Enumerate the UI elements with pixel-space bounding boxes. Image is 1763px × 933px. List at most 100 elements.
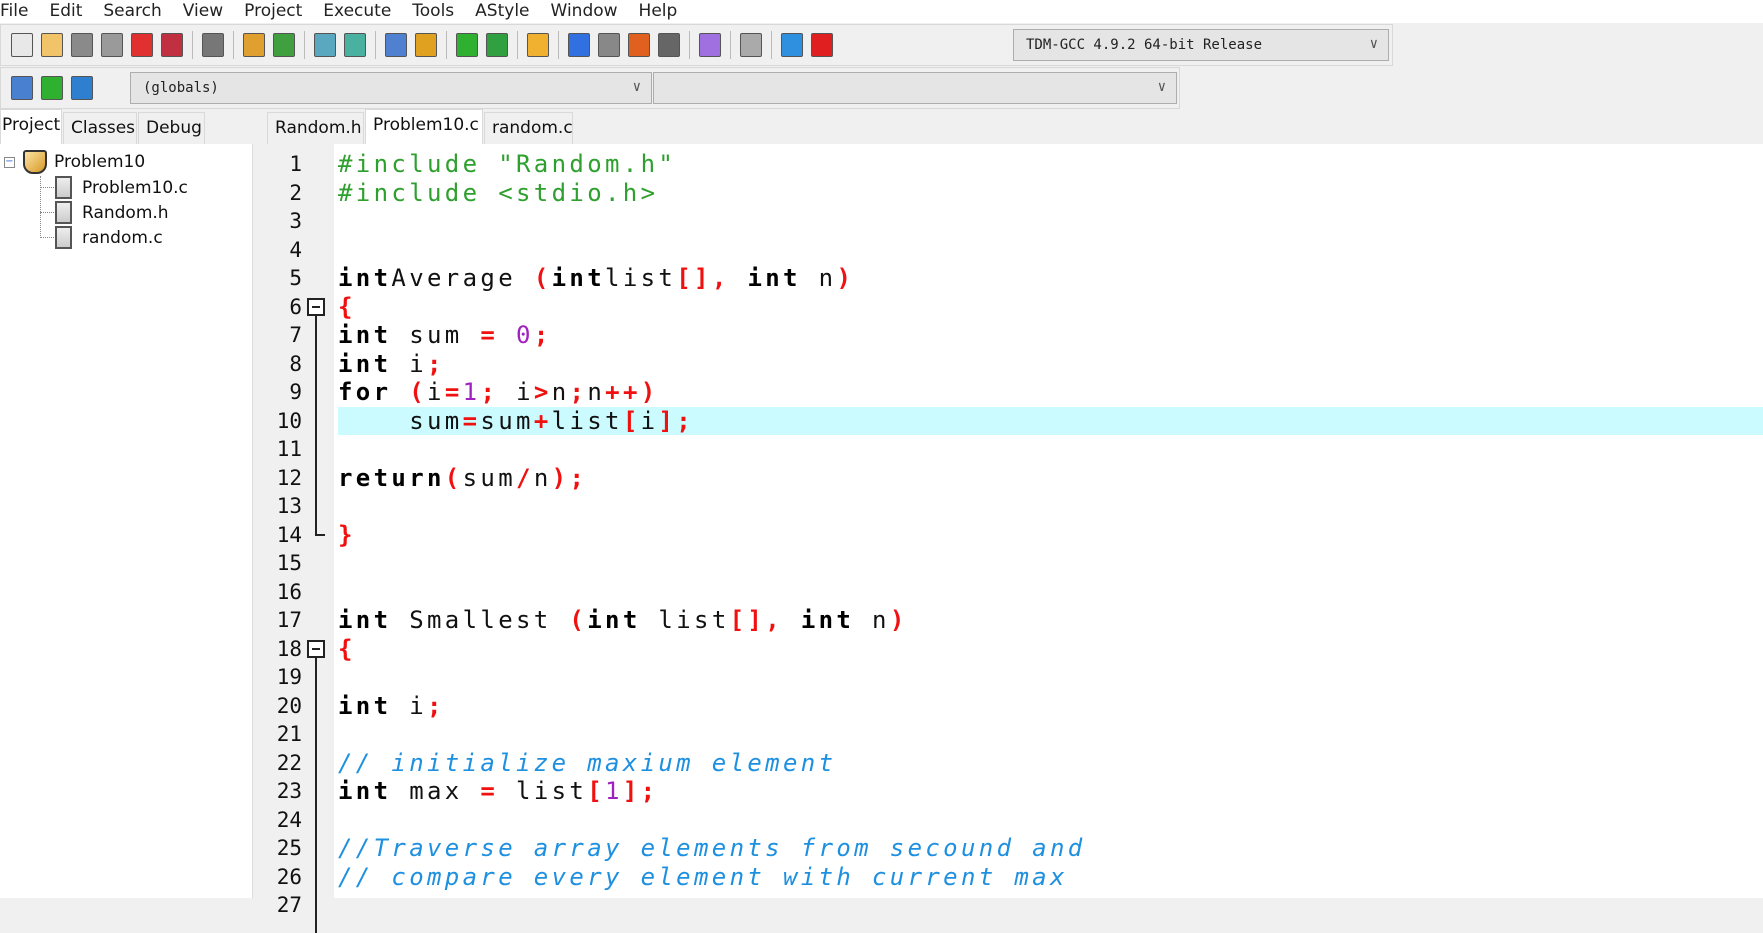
collapse-icon[interactable]: − (4, 156, 15, 168)
syntax-check-icon[interactable] (699, 33, 721, 57)
remove-from-project-icon[interactable] (486, 33, 508, 57)
bookmark-icon[interactable] (71, 76, 93, 100)
code-token: int (729, 264, 801, 292)
members-select[interactable]: ∨ (653, 72, 1177, 104)
fold-toggle-icon[interactable] (307, 639, 325, 658)
line-number: 2 (289, 180, 302, 205)
code-token: Average (391, 264, 534, 292)
menu-tools[interactable]: Tools (412, 0, 464, 23)
unindent-icon[interactable] (415, 33, 437, 57)
code-line: #include <stdio.h> (338, 179, 658, 208)
code-token: n (800, 264, 837, 292)
menu-execute[interactable]: Execute (323, 0, 401, 23)
tree-item-file[interactable]: Problem10.c (40, 176, 188, 199)
tab-classes[interactable]: Classes (63, 112, 137, 144)
redo-icon[interactable] (273, 33, 295, 57)
editor-tab-random-h[interactable]: Random.h (267, 112, 364, 144)
compile-icon[interactable] (568, 33, 590, 57)
code-token: int (338, 264, 392, 292)
toolbar-separator (558, 31, 559, 59)
menu-astyle[interactable]: AStyle (475, 0, 539, 23)
code-token: n (533, 463, 552, 492)
code-token: ; (427, 691, 445, 720)
menu-project[interactable]: Project (244, 0, 312, 23)
tab-debug[interactable]: Debug (138, 112, 205, 144)
undo-icon[interactable] (243, 33, 265, 57)
code-token: [ (587, 777, 606, 805)
compiler-select[interactable]: TDM-GCC 4.9.2 64-bit Release ∨ (1013, 29, 1389, 61)
globals-select[interactable]: (globals) ∨ (130, 72, 652, 104)
fold-end (315, 533, 325, 536)
code-line: int i; (338, 350, 445, 379)
toolbar-separator (304, 31, 305, 59)
code-token: i (427, 378, 445, 406)
class-browser-icon[interactable] (527, 33, 549, 57)
save-all-icon[interactable] (101, 33, 123, 57)
line-number: 9 (289, 380, 302, 404)
run-icon[interactable] (598, 33, 620, 57)
tree-item-file[interactable]: random.c (40, 226, 163, 249)
code-token: for (338, 378, 392, 406)
add-to-project-icon[interactable] (456, 33, 478, 57)
code-token: ; (427, 349, 445, 378)
line-number: 25 (276, 836, 302, 860)
line-number: 14 (276, 522, 302, 547)
line-number: 8 (289, 351, 302, 376)
find-icon[interactable] (314, 33, 336, 57)
code-line: { (338, 293, 356, 322)
open-file-icon[interactable] (41, 33, 63, 57)
code-token: ; (569, 378, 588, 406)
code-token: ; (480, 378, 499, 406)
menu-search[interactable]: Search (103, 0, 171, 23)
replace-icon[interactable] (344, 33, 366, 57)
code-token: ]; (658, 406, 695, 435)
code-token: //Traverse array elements from secound a… (338, 834, 1086, 862)
code-token: = (462, 406, 481, 435)
code-editor[interactable]: 1 2 3 4 5 6 7 8 9 10 11 12 13 14 15 16 17 18 19 20 21 22 23 24 2… (266, 144, 1763, 933)
new-project-icon[interactable] (41, 76, 63, 100)
new-file-icon[interactable] (11, 33, 33, 57)
menu-file[interactable]: File (0, 0, 38, 23)
code-line: return(sum/n); (338, 464, 587, 493)
tree-line (40, 237, 54, 238)
code-token: n (551, 378, 570, 406)
tab-project[interactable]: Project (0, 109, 62, 144)
code-token: list (640, 606, 730, 634)
editor-tab-problem10-c[interactable]: Problem10.c (365, 109, 483, 144)
toolbar-separator (771, 31, 772, 59)
delete-profile-icon[interactable] (811, 33, 833, 57)
code-token: ( (409, 378, 428, 406)
editor-tab-random-c[interactable]: random.c (484, 112, 573, 144)
line-number: 26 (276, 864, 302, 889)
code-token: list (605, 264, 677, 292)
profile-icon[interactable] (781, 33, 803, 57)
stop-icon[interactable] (740, 33, 762, 57)
code-token: ) (889, 606, 908, 634)
compile-run-icon[interactable] (628, 33, 650, 57)
tree-item-project[interactable]: − Problem10 (4, 150, 145, 174)
code-token: // compare every element with current ma… (338, 862, 1068, 891)
line-number: 19 (276, 665, 302, 689)
print-icon[interactable] (202, 33, 224, 57)
save-icon[interactable] (71, 33, 93, 57)
line-number: 3 (289, 209, 302, 233)
code-token: ); (551, 463, 588, 492)
line-number: 5 (289, 266, 302, 290)
menu-window[interactable]: Window (551, 0, 628, 23)
code-token: n (854, 606, 890, 634)
add-file-icon[interactable] (11, 76, 33, 100)
menu-view[interactable]: View (183, 0, 233, 23)
fold-toggle-icon[interactable] (307, 297, 325, 316)
code-token: ( (444, 463, 463, 492)
menu-edit[interactable]: Edit (49, 0, 92, 23)
close-icon[interactable] (131, 33, 153, 57)
close-all-icon[interactable] (161, 33, 183, 57)
file-name: random.c (82, 227, 163, 248)
line-number: 7 (289, 323, 302, 347)
rebuild-icon[interactable] (658, 33, 680, 57)
tree-item-file[interactable]: Random.h (40, 201, 169, 224)
menu-help[interactable]: Help (639, 0, 688, 23)
code-token: { (338, 634, 356, 663)
code-token: sum (462, 463, 517, 492)
indent-icon[interactable] (385, 33, 407, 57)
